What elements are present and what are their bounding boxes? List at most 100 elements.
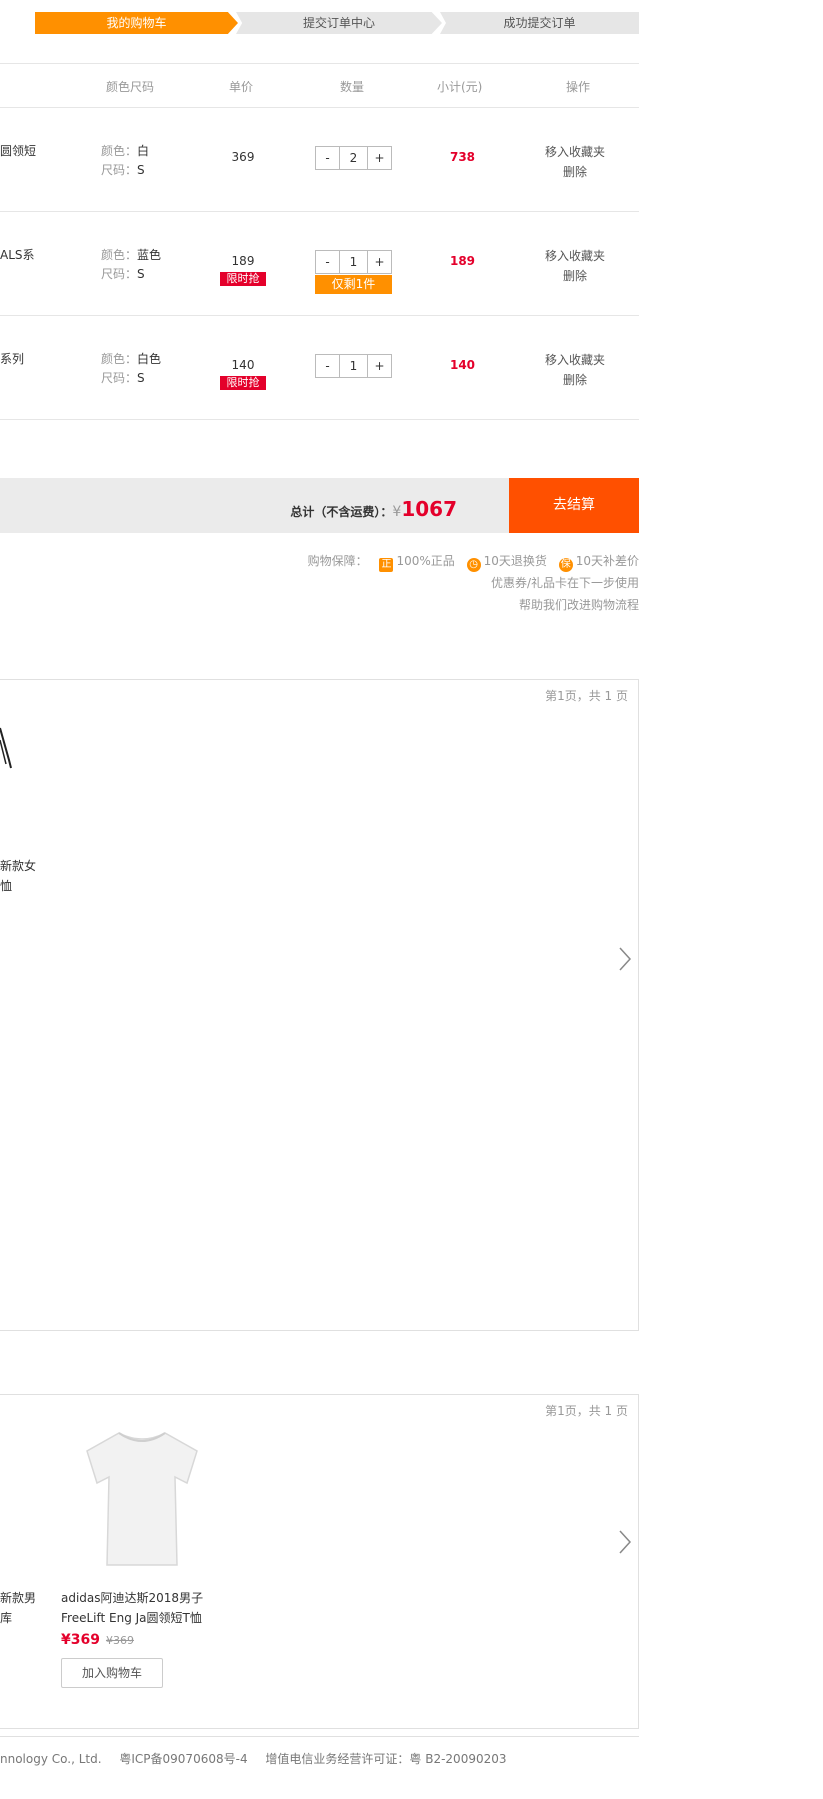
price-value: 189	[231, 254, 255, 268]
header-qty: 数量	[340, 80, 365, 94]
product-name[interactable]: 新款男 库	[0, 1588, 36, 1628]
guarantee-authentic: 正 100%正品	[379, 552, 455, 572]
chevron-right-icon[interactable]	[618, 946, 632, 978]
guarantee-text: 100%正品	[396, 554, 455, 568]
product-image-tshirt[interactable]	[79, 1425, 205, 1570]
footer: nnology Co., Ltd. 粤ICP备09070608号-4 增值电信业…	[0, 1750, 521, 1767]
move-to-favorites-link[interactable]: 移入收藏夹	[535, 246, 615, 266]
shield-icon: 保	[558, 558, 573, 572]
cart-table: 颜色尺码 单价 数量 小计(元) 操作 圆领短 颜色：白 尺码：S 369 - …	[0, 63, 639, 420]
stock-warning-badge: 仅剩1件	[315, 275, 392, 294]
size-value: S	[137, 267, 145, 281]
product-spec: 颜色：白 尺码：S	[101, 142, 149, 180]
currency-symbol: ¥	[392, 504, 402, 520]
unit-price: 369	[215, 150, 271, 164]
add-to-cart-button[interactable]: 加入购物车	[61, 1658, 163, 1688]
qty-minus-button[interactable]: -	[316, 147, 339, 169]
clock-icon: ◷	[466, 558, 481, 572]
header-spec: 颜色尺码	[106, 80, 155, 94]
delete-link[interactable]: 删除	[535, 162, 615, 182]
pager: 第1页，共 1 页	[545, 1404, 628, 1418]
product-name-line: FreeLift Eng Ja圆领短T恤	[61, 1611, 202, 1625]
qty-input[interactable]: 1	[339, 251, 368, 273]
row-actions: 移入收藏夹 删除	[535, 246, 615, 286]
product-name[interactable]: 系列	[0, 350, 24, 367]
chevron-right-icon[interactable]	[618, 1529, 632, 1561]
flash-sale-badge: 限时抢	[220, 272, 266, 286]
color-value: 蓝色	[137, 248, 162, 262]
total-label: 总计（不含运费）：	[290, 505, 393, 519]
original-price: ¥369	[105, 1634, 134, 1647]
footer-license: 增值电信业务经营许可证：粤 B2-20090203	[265, 1752, 507, 1766]
size-label: 尺码：	[101, 163, 138, 177]
move-to-favorites-link[interactable]: 移入收藏夹	[535, 350, 615, 370]
flash-sale-badge: 限时抢	[220, 376, 266, 390]
recommend-panel-2: 第1页，共 1 页 新款男 库 adidas阿迪达斯2018男子 FreeLif…	[0, 1394, 639, 1729]
row-actions: 移入收藏夹 删除	[535, 142, 615, 182]
color-value: 白	[137, 144, 150, 158]
qty-plus-button[interactable]: +	[368, 355, 391, 377]
footer-icp[interactable]: 粤ICP备09070608号-4	[119, 1752, 247, 1766]
footer-divider	[0, 1736, 639, 1737]
quantity-stepper: - 1 +	[315, 250, 392, 274]
table-header: 颜色尺码 单价 数量 小计(元) 操作	[0, 64, 639, 108]
table-row: 圆领短 颜色：白 尺码：S 369 - 2 + 738 移入收藏夹 删除	[0, 108, 639, 212]
guarantee-price-protect: 保 10天补差价	[558, 552, 639, 572]
qty-input[interactable]: 2	[339, 147, 368, 169]
product-name[interactable]: 新款女 恤	[0, 856, 36, 896]
current-price: ¥369	[61, 1632, 100, 1648]
total-amount: 1067	[401, 497, 457, 521]
quantity-stepper: - 1 +	[315, 354, 392, 378]
table-row: ALS系 颜色：蓝色 尺码：S 189 限时抢 - 1 + 仅剩1件 189 移…	[0, 212, 639, 316]
product-name-line: 恤	[0, 879, 13, 893]
product-name-line: 新款女	[0, 859, 37, 873]
product-name[interactable]: 圆领短	[0, 142, 36, 159]
guarantee-text: 10天退换货	[483, 554, 547, 568]
size-label: 尺码：	[101, 267, 138, 281]
product-name[interactable]: adidas阿迪达斯2018男子 FreeLift Eng Ja圆领短T恤	[61, 1588, 203, 1628]
improve-feedback-link[interactable]: 帮助我们改进购物流程	[519, 596, 639, 613]
unit-price: 140 限时抢	[215, 358, 271, 390]
header-ops: 操作	[566, 80, 591, 94]
quantity-stepper: - 2 +	[315, 146, 392, 170]
product-image-partial[interactable]	[0, 720, 14, 780]
subtotal: 140	[449, 358, 476, 372]
subtotal: 738	[449, 150, 476, 164]
size-label: 尺码：	[101, 371, 138, 385]
qty-plus-button[interactable]: +	[368, 251, 391, 273]
checkout-button[interactable]: 去结算	[509, 478, 639, 533]
step-my-cart: 我的购物车	[35, 12, 238, 34]
size-value: S	[137, 371, 145, 385]
row-actions: 移入收藏夹 删除	[535, 350, 615, 390]
color-label: 颜色：	[101, 352, 138, 366]
authentic-icon: 正	[379, 558, 394, 572]
header-price: 单价	[229, 80, 254, 94]
product-price: ¥369 ¥369	[61, 1632, 134, 1648]
product-name-line: adidas阿迪达斯2018男子	[61, 1591, 204, 1605]
size-value: S	[137, 163, 145, 177]
guarantee-return: ◷ 10天退换货	[466, 552, 547, 572]
delete-link[interactable]: 删除	[535, 370, 615, 390]
qty-minus-button[interactable]: -	[316, 251, 339, 273]
footer-company: nnology Co., Ltd.	[0, 1752, 102, 1766]
qty-input[interactable]: 1	[339, 355, 368, 377]
move-to-favorites-link[interactable]: 移入收藏夹	[535, 142, 615, 162]
subtotal: 189	[449, 254, 476, 268]
product-name-line: 新款男	[0, 1591, 37, 1605]
total-summary: 总计（不含运费）：¥1067	[290, 497, 457, 521]
shopping-guarantee: 购物保障： 正 100%正品 ◷ 10天退换货 保 10天补差价	[308, 552, 639, 572]
product-name[interactable]: ALS系	[0, 246, 35, 263]
qty-plus-button[interactable]: +	[368, 147, 391, 169]
color-label: 颜色：	[101, 248, 138, 262]
unit-price: 189 限时抢	[215, 254, 271, 286]
header-subtotal: 小计(元)	[437, 80, 483, 94]
qty-minus-button[interactable]: -	[316, 355, 339, 377]
total-bar: 总计（不含运费）：¥1067 去结算	[0, 478, 639, 533]
guarantee-label: 购物保障：	[307, 554, 368, 568]
delete-link[interactable]: 删除	[535, 266, 615, 286]
price-value: 369	[231, 150, 255, 164]
table-row: 系列 颜色：白色 尺码：S 140 限时抢 - 1 + 140 移入收藏夹 删除	[0, 316, 639, 420]
color-label: 颜色：	[101, 144, 138, 158]
step-order-success: 成功提交订单	[440, 12, 639, 34]
color-value: 白色	[137, 352, 162, 366]
